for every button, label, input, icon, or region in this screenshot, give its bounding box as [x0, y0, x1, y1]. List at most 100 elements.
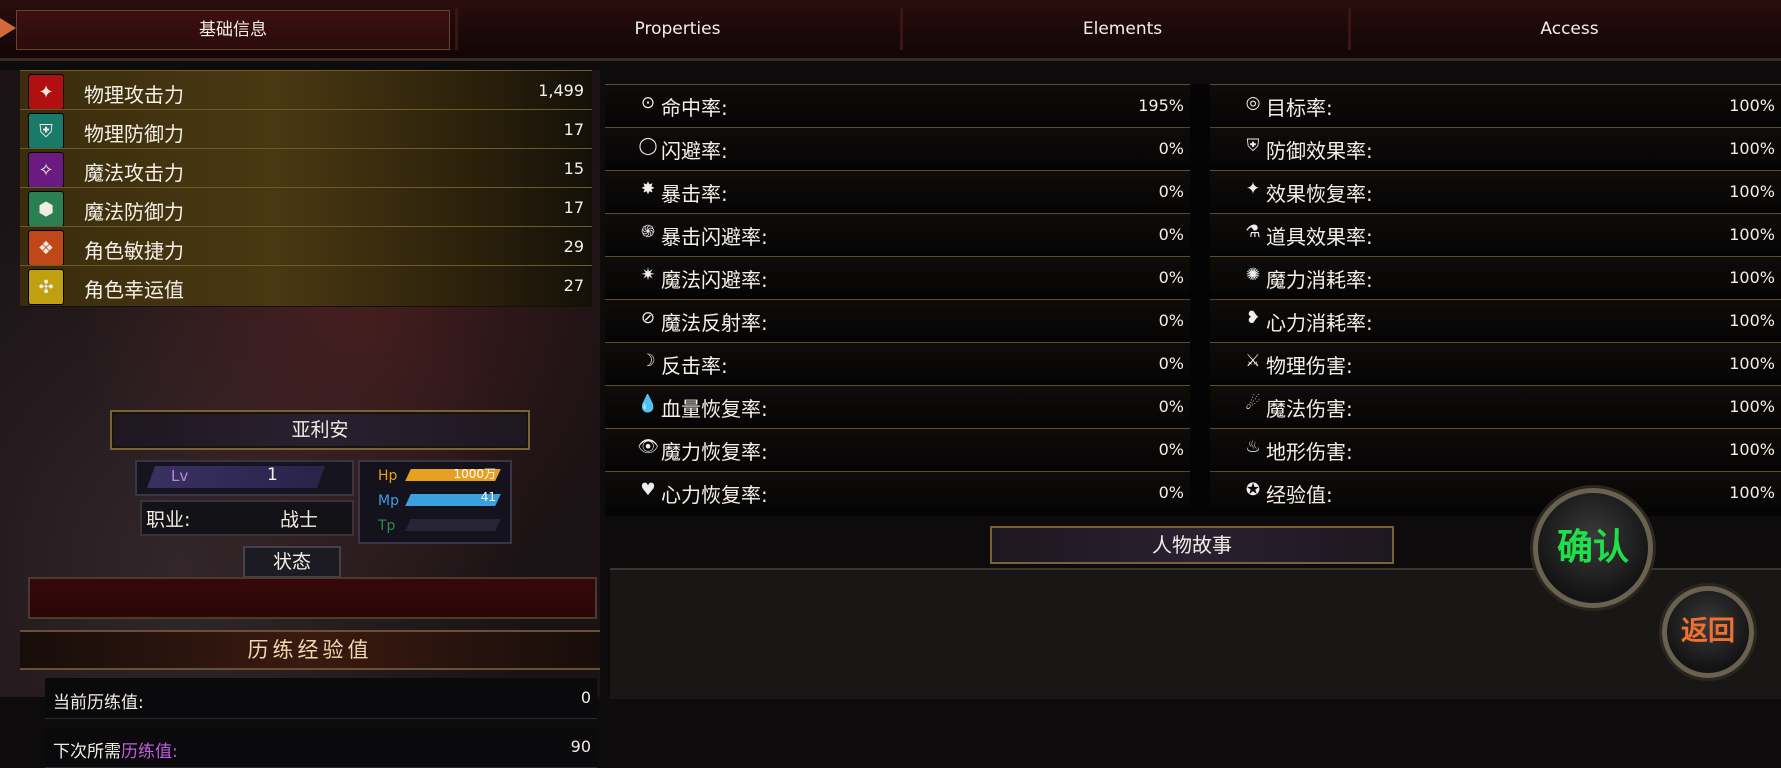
attribute-label: 命中率: [661, 96, 728, 120]
tab-elements[interactable]: Elements [905, 10, 1340, 48]
attribute-value: 0% [1158, 483, 1184, 502]
attribute-row: ❥ 心力消耗率: 100% [1210, 299, 1781, 338]
attribute-row: ✺ 魔力消耗率: 100% [1210, 256, 1781, 295]
attribute-value: 0% [1158, 225, 1184, 244]
clover-icon: ✣ [28, 269, 64, 305]
back-button[interactable]: 返回 [1662, 586, 1754, 678]
attribute-row: ⚗ 道具效果率: 100% [1210, 213, 1781, 252]
gauge-value: 41 [480, 490, 496, 504]
attribute-label: 暴击闪避率: [661, 225, 768, 249]
next-experience-value: 90 [570, 737, 591, 756]
tab-access[interactable]: Access [1352, 10, 1781, 48]
tab-divider [900, 8, 903, 50]
experience-title: 历练经验值 [20, 630, 600, 670]
stat-value: 17 [563, 120, 584, 139]
stat-value: 17 [563, 198, 584, 217]
gauge-label: Hp [378, 468, 398, 484]
eye-icon: 👁 [637, 437, 659, 457]
attribute-label: 心力恢复率: [661, 483, 768, 507]
confirm-button[interactable]: 确认 [1533, 488, 1653, 608]
flame-icon: ☄ [1245, 394, 1261, 414]
attribute-value: 0% [1158, 440, 1184, 459]
attribute-label: 目标率: [1266, 96, 1333, 120]
sword-icon: ✦ [28, 74, 64, 110]
gauge-label: Tp [378, 518, 396, 534]
attribute-grid: ⊙ 命中率: 195% ◯ 闪避率: 0% ✸ 暴击率: 0% ֍ 暴击闪避率: 0% ✷ 魔法闪避率: 0… [605, 84, 1781, 516]
stat-value: 15 [563, 159, 584, 178]
attribute-label: 血量恢复率: [661, 397, 768, 421]
tab-bar: 基础信息 Properties Elements Access [0, 0, 1781, 61]
attribute-label: 效果恢复率: [1266, 182, 1373, 206]
next-experience-label-highlight: 历练值: [121, 742, 178, 762]
stat-label: 魔法攻击力 [84, 161, 184, 185]
attribute-row: ◎ 目标率: 100% [1210, 84, 1781, 123]
gauge-mp: Mp 41 [360, 489, 510, 513]
stat-value: 29 [563, 237, 584, 256]
attribute-row: 💧 血量恢复率: 0% [605, 385, 1190, 424]
attribute-row: ♥ 心力恢复率: 0% [605, 471, 1190, 510]
stat-label: 角色幸运值 [84, 278, 184, 302]
tab-divider [1348, 8, 1351, 50]
state-bar [28, 577, 597, 619]
crosshair-icon: ⊙ [640, 93, 656, 113]
attribute-value: 100% [1729, 440, 1775, 459]
attribute-row: ☄ 魔法伤害: 100% [1210, 385, 1781, 424]
stat-row: ⬢ 魔法防御力 17 [20, 187, 592, 229]
gauge-label: Mp [378, 493, 399, 509]
tab-basic-info[interactable]: 基础信息 [16, 10, 450, 50]
attribute-value: 100% [1729, 139, 1775, 158]
attribute-value: 195% [1138, 96, 1184, 115]
current-experience-row: 当前历练值: 0 [45, 678, 597, 719]
burst-icon: ✸ [640, 179, 656, 199]
attribute-row: ⊘ 魔法反射率: 0% [605, 299, 1190, 338]
stat-label: 物理防御力 [84, 122, 184, 146]
attribute-value: 0% [1158, 182, 1184, 201]
attribute-row: ✪ 经验值: 100% [1210, 471, 1781, 510]
attribute-row: ◯ 闪避率: 0% [605, 127, 1190, 166]
attribute-label: 心力消耗率: [1266, 311, 1373, 335]
attribute-label: 经验值: [1266, 483, 1333, 507]
gauge-hp: Hp 1000万 [360, 464, 510, 488]
swirl-icon: ֍ [641, 222, 655, 242]
attribute-value: 0% [1158, 311, 1184, 330]
magic-shield-icon: ⬢ [28, 191, 64, 227]
active-tab-marker-icon [0, 18, 16, 38]
stat-label: 物理攻击力 [84, 83, 184, 107]
potion-icon: ⚗ [1245, 222, 1261, 242]
gauge-track [405, 519, 501, 531]
attribute-row: ⛨ 防御效果率: 100% [1210, 127, 1781, 166]
stat-row: ✣ 角色幸运值 27 [20, 265, 592, 307]
attribute-row: ֍ 暴击闪避率: 0% [605, 213, 1190, 252]
aura-icon: ✺ [1245, 265, 1261, 285]
attribute-label: 道具效果率: [1266, 225, 1373, 249]
broken-heart-icon: ❥ [1245, 308, 1261, 328]
status-button[interactable]: 状态 [243, 546, 341, 578]
attribute-value: 100% [1729, 354, 1775, 373]
attribute-label: 魔法闪避率: [661, 268, 768, 292]
heart-icon: ♥ [640, 480, 656, 500]
attribute-value: 100% [1729, 268, 1775, 287]
boot-icon: ❖ [28, 230, 64, 266]
shield-icon: ⛨ [1246, 136, 1260, 156]
tab-properties[interactable]: Properties [460, 10, 895, 48]
attribute-label: 暴击率: [661, 182, 728, 206]
gauge-tp: Tp [360, 514, 510, 538]
stat-row: ⛨ 物理防御力 17 [20, 109, 592, 151]
drop-icon: 💧 [637, 394, 659, 414]
experience-icon: ✪ [1245, 480, 1261, 500]
attribute-label: 魔力消耗率: [1266, 268, 1373, 292]
stat-label: 角色敏捷力 [84, 239, 184, 263]
attribute-row: ⚔ 物理伤害: 100% [1210, 342, 1781, 381]
attribute-value: 100% [1729, 225, 1775, 244]
stat-row: ❖ 角色敏捷力 29 [20, 226, 592, 268]
attribute-value: 100% [1729, 397, 1775, 416]
level-box: Lv 1 [135, 460, 354, 496]
current-experience-label: 当前历练值: [53, 693, 144, 713]
attribute-label: 魔力恢复率: [661, 440, 768, 464]
stat-row: ✧ 魔法攻击力 15 [20, 148, 592, 190]
attribute-row: ⊙ 命中率: 195% [605, 84, 1190, 123]
target-icon: ◎ [1245, 93, 1261, 113]
gauge-value: 1000万 [453, 467, 496, 481]
level-label: Lv [171, 467, 189, 485]
job-value: 战士 [280, 509, 319, 531]
